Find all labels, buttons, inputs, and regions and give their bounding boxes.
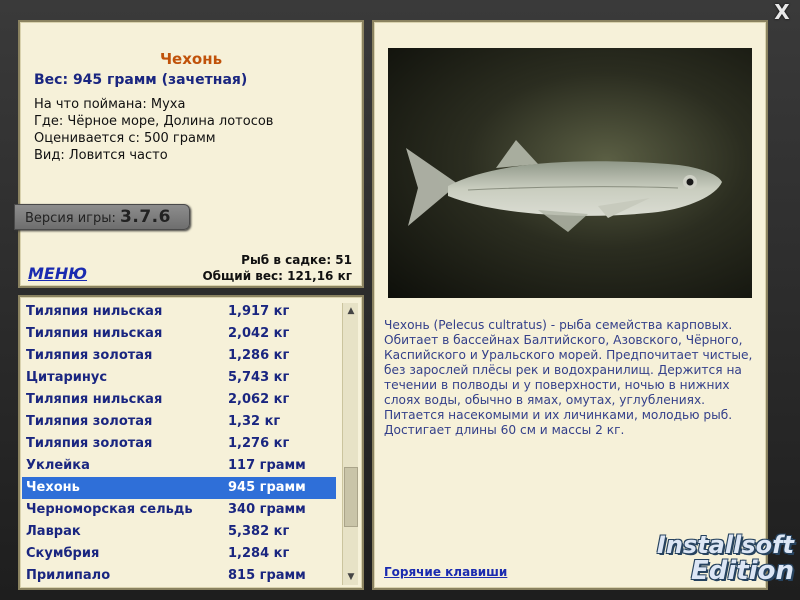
location-text: Где: Чёрное море, Долина лотосов <box>34 114 274 129</box>
catch-list-row[interactable]: Лаврак 5,382 кг <box>22 521 336 543</box>
catch-fish-name: Чехонь <box>26 480 80 495</box>
catch-list-panel: Тиляпия нильская 1,917 кг Тиляпия нильская… <box>18 295 364 590</box>
version-label: Версия игры: <box>25 211 116 226</box>
catch-list-row[interactable]: Цитаринус 5,743 кг <box>22 367 336 389</box>
logo-line-1: Installsoft <box>656 531 794 559</box>
catch-list-row[interactable]: Тиляпия нильская 2,062 кг <box>22 389 336 411</box>
scroll-thumb[interactable] <box>344 467 358 527</box>
catch-list: Тиляпия нильская 1,917 кг Тиляпия нильская… <box>22 301 336 587</box>
catch-list-row[interactable]: Тиляпия нильская 2,042 кг <box>22 323 336 345</box>
catch-fish-weight: 340 грамм <box>228 502 306 517</box>
catch-fish-weight: 1,32 кг <box>228 414 281 429</box>
fish-count: Рыб в садке: 51 <box>241 253 352 267</box>
close-button[interactable]: X <box>772 2 792 22</box>
fish-name: Чехонь <box>159 50 223 68</box>
catch-list-row[interactable]: Чехонь 945 грамм <box>22 477 336 499</box>
installsoft-logo: Installsoft Edition <box>646 532 794 594</box>
caught-on-text: На что поймана: Муха <box>34 97 186 112</box>
catch-fish-weight: 2,042 кг <box>228 326 290 341</box>
catch-fish-weight: 1,284 кг <box>228 546 290 561</box>
app-window: X Чехонь Вес: 945 грамм (зачетная) На чт… <box>0 0 800 600</box>
catch-fish-weight: 1,917 кг <box>228 304 290 319</box>
version-value: 3.7.6 <box>120 207 171 227</box>
catch-fish-weight: 1,286 кг <box>228 348 290 363</box>
catch-fish-name: Скумбрия <box>26 546 100 561</box>
catch-fish-name: Тиляпия золотая <box>26 436 153 451</box>
catch-fish-name: Тиляпия нильская <box>26 304 163 319</box>
catch-list-row[interactable]: Скумбрия 1,284 кг <box>22 543 336 565</box>
total-weight: Общий вес: 121,16 кг <box>202 269 352 283</box>
catch-fish-name: Уклейка <box>26 458 90 473</box>
fish-illustration <box>406 140 722 232</box>
menu-link[interactable]: МЕНЮ <box>28 264 87 283</box>
catch-list-row[interactable]: Тиляпия нильская 1,917 кг <box>22 301 336 323</box>
catch-fish-weight: 2,062 кг <box>228 392 290 407</box>
catch-fish-name: Черноморская сельдь <box>26 502 193 517</box>
catch-list-row[interactable]: Уклейка 117 грамм <box>22 455 336 477</box>
catch-list-scrollbar[interactable]: ▲ ▼ <box>342 303 358 585</box>
fish-description: Чехонь (Pelecus cultratus) - рыба семейс… <box>384 318 753 437</box>
catch-fish-weight: 5,743 кг <box>228 370 290 385</box>
catch-fish-name: Тиляпия золотая <box>26 348 153 363</box>
catch-fish-weight: 5,382 кг <box>228 524 290 539</box>
scroll-down-icon[interactable]: ▼ <box>343 569 359 585</box>
catch-fish-weight: 117 грамм <box>228 458 306 473</box>
fish-weight: Вес: 945 грамм (зачетная) <box>34 72 248 88</box>
fish-info-panel: Чехонь Вес: 945 грамм (зачетная) На что … <box>14 20 364 288</box>
catch-fish-weight: 815 грамм <box>228 568 306 583</box>
catch-list-row[interactable]: Тиляпия золотая 1,286 кг <box>22 345 336 367</box>
fish-description-panel: Чехонь (Pelecus cultratus) - рыба семейс… <box>372 20 768 590</box>
fish-details: На что поймана: Муха Где: Чёрное море, Д… <box>34 96 273 164</box>
catch-list-row[interactable]: Черноморская сельдь 340 грамм <box>22 499 336 521</box>
rated-from-text: Оценивается с: 500 грамм <box>34 131 216 146</box>
catch-list-row[interactable]: Тиляпия золотая 1,32 кг <box>22 411 336 433</box>
fish-photo <box>388 48 752 298</box>
logo-line-2: Edition <box>691 556 794 586</box>
scroll-up-icon[interactable]: ▲ <box>343 303 359 319</box>
catch-fish-name: Цитаринус <box>26 370 108 385</box>
catch-list-row[interactable]: Прилипало 815 грамм <box>22 565 336 587</box>
catch-fish-name: Тиляпия золотая <box>26 414 153 429</box>
catch-fish-name: Прилипало <box>26 568 111 583</box>
catch-fish-name: Тиляпия нильская <box>26 326 163 341</box>
catch-fish-weight: 945 грамм <box>228 480 306 495</box>
kind-text: Вид: Ловится часто <box>34 148 168 163</box>
catch-fish-name: Лаврак <box>26 524 81 539</box>
catch-fish-name: Тиляпия нильская <box>26 392 163 407</box>
hotkeys-link[interactable]: Горячие клавиши <box>384 565 507 579</box>
catch-stats: Рыб в садке: 51 Общий вес: 121,16 кг <box>202 252 352 284</box>
game-version-badge: Версия игры: 3.7.6 <box>14 204 190 230</box>
catch-fish-weight: 1,276 кг <box>228 436 290 451</box>
catch-list-row[interactable]: Тиляпия золотая 1,276 кг <box>22 433 336 455</box>
